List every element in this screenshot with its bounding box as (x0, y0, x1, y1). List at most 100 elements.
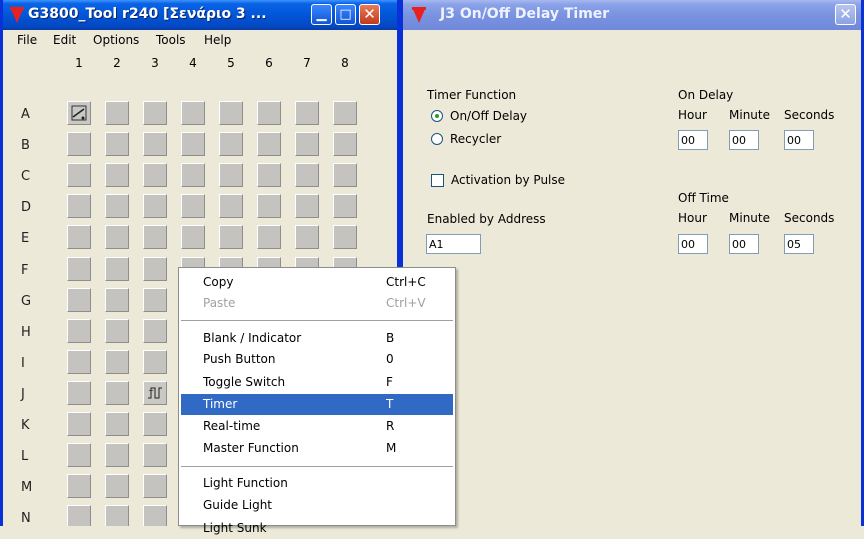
menu-help[interactable]: Help (204, 33, 231, 47)
grid-cell-N3[interactable] (143, 505, 167, 526)
menu-item-toggle-switch[interactable]: Toggle Switch F (181, 372, 453, 393)
grid-cell-M2[interactable] (105, 474, 129, 498)
grid-cell-A6[interactable] (257, 101, 281, 125)
menu-item-real-time[interactable]: Real-time R (181, 416, 453, 437)
grid-cell-B6[interactable] (257, 132, 281, 156)
grid-cell-B4[interactable] (181, 132, 205, 156)
grid-cell-E1[interactable] (67, 225, 91, 249)
grid-cell-D4[interactable] (181, 194, 205, 218)
on-minute-input[interactable]: 00 (729, 130, 759, 150)
enabled-address-input[interactable]: A1 (426, 234, 481, 254)
grid-cell-B1[interactable] (67, 132, 91, 156)
grid-cell-L2[interactable] (105, 443, 129, 467)
grid-cell-C6[interactable] (257, 163, 281, 187)
grid-cell-E3[interactable] (143, 225, 167, 249)
grid-cell-F1[interactable] (67, 257, 91, 281)
grid-cell-A3[interactable] (143, 101, 167, 125)
grid-cell-D1[interactable] (67, 194, 91, 218)
grid-cell-D6[interactable] (257, 194, 281, 218)
grid-cell-N2[interactable] (105, 505, 129, 526)
grid-cell-B8[interactable] (333, 132, 357, 156)
grid-cell-E8[interactable] (333, 225, 357, 249)
grid-cell-G1[interactable] (67, 288, 91, 312)
on-hour-input[interactable]: 00 (678, 130, 708, 150)
grid-cell-K3[interactable] (143, 412, 167, 436)
grid-cell-A5[interactable] (219, 101, 243, 125)
menu-item-guide-light[interactable]: Guide Light (181, 495, 453, 516)
off-seconds-input[interactable]: 05 (784, 234, 814, 254)
menu-edit[interactable]: Edit (53, 33, 76, 47)
on-seconds-input[interactable]: 00 (784, 130, 814, 150)
menu-item-light-function[interactable]: Light Function (181, 473, 453, 494)
grid-cell-D8[interactable] (333, 194, 357, 218)
menu-item-master-function[interactable]: Master Function M (181, 438, 453, 459)
grid-cell-C4[interactable] (181, 163, 205, 187)
menu-file[interactable]: File (17, 33, 37, 47)
grid-cell-M1[interactable] (67, 474, 91, 498)
menu-item-push-button[interactable]: Push Button 0 (181, 349, 453, 370)
grid-cell-K1[interactable] (67, 412, 91, 436)
grid-cell-C8[interactable] (333, 163, 357, 187)
menu-item-light-sunk[interactable]: Light Sunk (181, 518, 453, 539)
menu-item-paste[interactable]: Paste Ctrl+V (181, 293, 453, 314)
grid-cell-I2[interactable] (105, 350, 129, 374)
menu-item-blank-indicator[interactable]: Blank / Indicator B (181, 328, 453, 349)
grid-cell-D2[interactable] (105, 194, 129, 218)
grid-cell-H1[interactable] (67, 319, 91, 343)
minimize-button[interactable]: ▁ (311, 4, 332, 25)
grid-cell-A4[interactable] (181, 101, 205, 125)
grid-cell-F2[interactable] (105, 257, 129, 281)
grid-cell-J2[interactable] (105, 381, 129, 405)
menu-tools[interactable]: Tools (156, 33, 186, 47)
grid-cell-F3[interactable] (143, 257, 167, 281)
grid-cell-B3[interactable] (143, 132, 167, 156)
grid-cell-D5[interactable] (219, 194, 243, 218)
off-minute-input[interactable]: 00 (729, 234, 759, 254)
grid-cell-N1[interactable] (67, 505, 91, 526)
grid-cell-C3[interactable] (143, 163, 167, 187)
timer-titlebar[interactable]: J3 On/Off Delay Timer ✕ (403, 0, 861, 30)
grid-cell-I1[interactable] (67, 350, 91, 374)
grid-cell-I3[interactable] (143, 350, 167, 374)
grid-cell-L3[interactable] (143, 443, 167, 467)
grid-cell-A7[interactable] (295, 101, 319, 125)
grid-cell-J1[interactable] (67, 381, 91, 405)
off-hour-input[interactable]: 00 (678, 234, 708, 254)
grid-cell-E6[interactable] (257, 225, 281, 249)
main-titlebar[interactable]: G3800_Tool r240 [Σενάριο 3 ... ▁ □ ✕ (3, 0, 397, 30)
grid-cell-E4[interactable] (181, 225, 205, 249)
radio-onoff-delay[interactable] (431, 110, 443, 122)
grid-cell-J3[interactable]: T (143, 381, 167, 405)
grid-cell-A8[interactable] (333, 101, 357, 125)
grid-cell-E5[interactable] (219, 225, 243, 249)
grid-cell-C1[interactable] (67, 163, 91, 187)
menu-item-copy[interactable]: Copy Ctrl+C (181, 272, 453, 293)
grid-cell-B7[interactable] (295, 132, 319, 156)
close-button[interactable]: ✕ (359, 4, 380, 25)
grid-cell-E2[interactable] (105, 225, 129, 249)
grid-cell-D3[interactable] (143, 194, 167, 218)
dialog-close-button[interactable]: ✕ (835, 4, 856, 25)
menu-options[interactable]: Options (93, 33, 139, 47)
grid-cell-L1[interactable] (67, 443, 91, 467)
grid-cell-H3[interactable] (143, 319, 167, 343)
activation-pulse-checkbox[interactable] (431, 174, 444, 187)
column-header: 3 (151, 56, 159, 70)
grid-cell-G2[interactable] (105, 288, 129, 312)
grid-cell-A2[interactable] (105, 101, 129, 125)
maximize-button[interactable]: □ (335, 4, 356, 25)
grid-cell-K2[interactable] (105, 412, 129, 436)
grid-cell-B2[interactable] (105, 132, 129, 156)
grid-cell-G3[interactable] (143, 288, 167, 312)
radio-recycler[interactable] (431, 133, 443, 145)
grid-cell-C5[interactable] (219, 163, 243, 187)
grid-cell-B5[interactable] (219, 132, 243, 156)
menu-item-timer[interactable]: Timer T (181, 394, 453, 415)
grid-cell-H2[interactable] (105, 319, 129, 343)
grid-cell-C2[interactable] (105, 163, 129, 187)
grid-cell-E7[interactable] (295, 225, 319, 249)
grid-cell-A1[interactable] (67, 101, 91, 125)
grid-cell-D7[interactable] (295, 194, 319, 218)
grid-cell-C7[interactable] (295, 163, 319, 187)
grid-cell-M3[interactable] (143, 474, 167, 498)
